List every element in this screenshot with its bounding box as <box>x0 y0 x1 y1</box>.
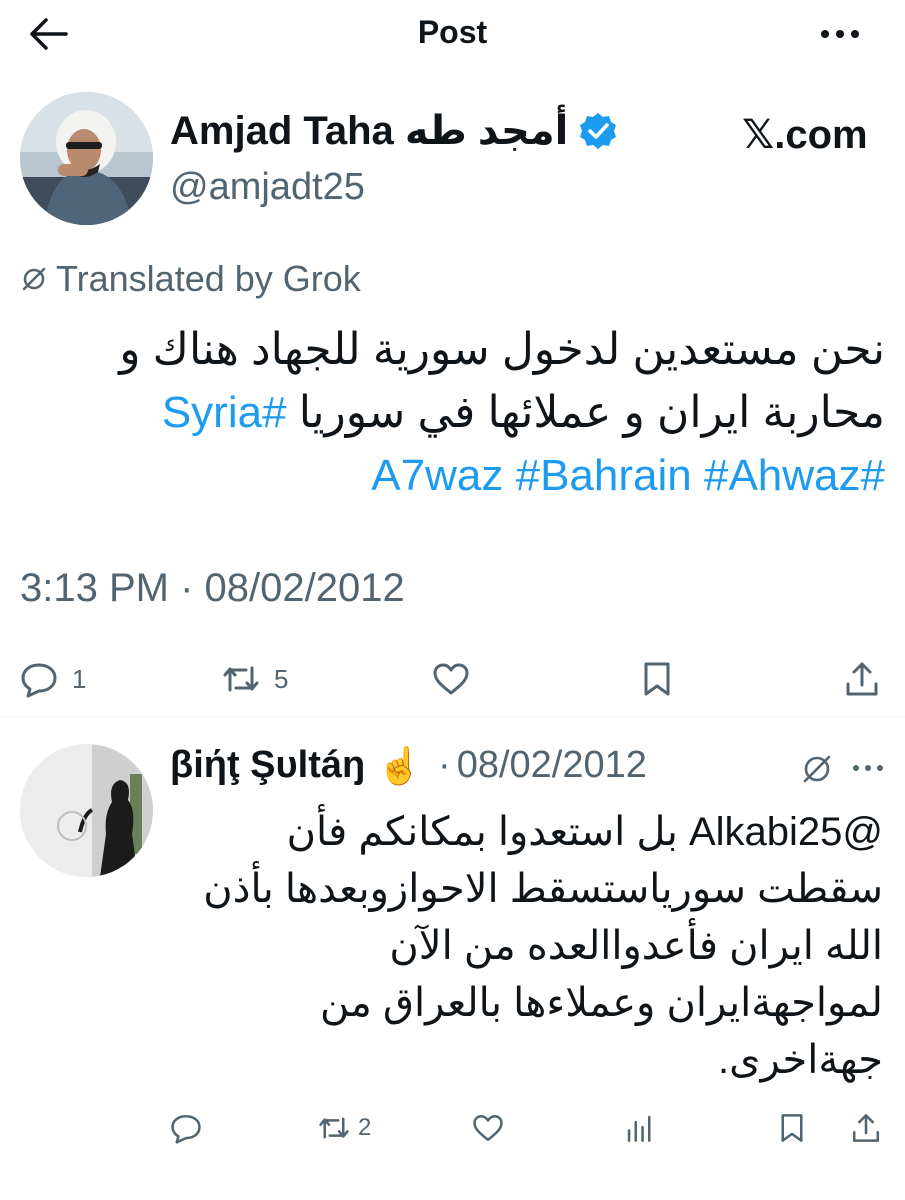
post-timestamp[interactable]: 3:13 PM · 08/02/2012 <box>20 566 405 611</box>
repost-button[interactable]: 5 <box>222 660 288 698</box>
reply-button[interactable]: 1 <box>20 660 86 698</box>
like-button[interactable] <box>432 660 470 698</box>
reply-count: 1 <box>72 663 87 694</box>
repost-icon <box>223 666 259 692</box>
reply-translate-button[interactable] <box>800 752 834 786</box>
verified-badge-icon <box>580 113 617 149</box>
tweet-line-2-text: محاربة ايران و عملائها في سوريا <box>298 388 885 437</box>
translated-text: Translated by Grok <box>56 258 361 299</box>
tweet-line-2: محاربة ايران و عملائها في سوريا #Syria <box>20 381 885 444</box>
hashtag-bahrain[interactable]: #Bahrain <box>516 451 692 500</box>
author-name[interactable]: Amjad Taha أمجد طه <box>170 108 568 154</box>
translate-icon <box>803 755 831 783</box>
translate-icon <box>22 267 46 291</box>
reply-icon <box>171 1114 201 1144</box>
more-dots-icon <box>821 30 859 38</box>
reply-more-button[interactable] <box>848 756 888 780</box>
share-button[interactable] <box>843 660 881 698</box>
bookmark-button[interactable] <box>638 660 676 698</box>
share-icon <box>846 662 878 696</box>
hashtag-ahwaz[interactable]: #Ahwaz <box>704 451 861 500</box>
more-dots-icon <box>853 765 883 771</box>
reply-text: @Alkabi25 بل استعدوا بمكانكم فأن سقطت سو… <box>203 810 883 1082</box>
heart-icon <box>473 1114 503 1142</box>
page-title: Post <box>417 14 488 50</box>
reply-avatar-photo <box>20 744 153 877</box>
divider <box>0 716 905 717</box>
x-watermark: 𝕏.com <box>742 113 868 157</box>
author-handle[interactable]: @amjadt25 <box>170 166 365 209</box>
pointing-up-emoji: ☝️ <box>377 744 423 786</box>
tweet-line-3: #A7waz #Bahrain #Ahwaz <box>20 444 885 507</box>
share-icon <box>852 1114 880 1142</box>
reply-repost-button[interactable]: 2 <box>318 1112 371 1144</box>
more-button[interactable] <box>815 18 865 50</box>
reply-like-button[interactable] <box>472 1112 504 1144</box>
hashtag-syria[interactable]: #Syria <box>162 388 287 437</box>
reply-share-button[interactable] <box>850 1112 882 1144</box>
bookmark-icon <box>644 662 670 696</box>
reply-header: βiήţ Şυltáŋ ☝️ · 08/02/2012 <box>170 744 647 787</box>
avatar-photo <box>20 92 153 225</box>
reply-author-name[interactable]: βiήţ Şυltáŋ <box>170 744 365 787</box>
translated-label[interactable]: Translated by Grok <box>20 258 361 300</box>
reply-views-button[interactable] <box>624 1112 656 1144</box>
author-name-row[interactable]: Amjad Taha أمجد طه <box>170 108 618 154</box>
reply-icon <box>21 663 57 698</box>
tweet-line-1: نحن مستعدين لدخول سورية للجهاد هناك و <box>119 325 885 374</box>
reply-repost-count: 2 <box>358 1114 372 1141</box>
reply-bookmark-button[interactable] <box>776 1112 808 1144</box>
heart-icon <box>433 663 469 695</box>
reply-date[interactable]: 08/02/2012 <box>457 744 647 787</box>
avatar[interactable] <box>20 92 153 225</box>
repost-icon <box>319 1117 349 1139</box>
reply-avatar[interactable] <box>20 744 153 877</box>
views-chart-icon <box>627 1115 651 1142</box>
repost-count: 5 <box>274 663 289 694</box>
separator-dot: · <box>438 744 451 786</box>
bookmark-icon <box>781 1114 803 1142</box>
reply-reply-button[interactable] <box>170 1112 202 1144</box>
tweet-text: نحن مستعدين لدخول سورية للجهاد هناك و مح… <box>20 318 885 507</box>
